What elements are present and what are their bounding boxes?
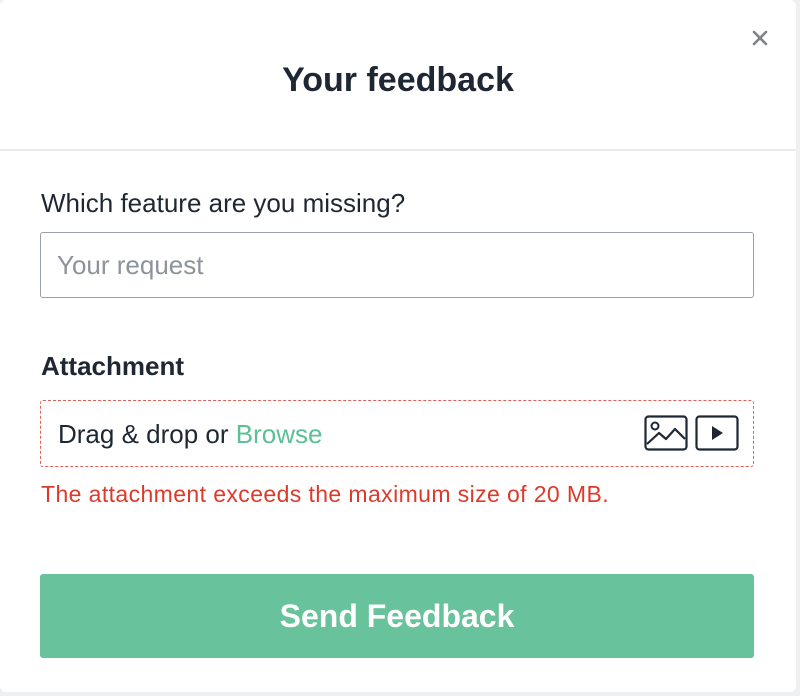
attachment-label: Attachment	[41, 351, 185, 381]
image-icon	[644, 415, 688, 451]
modal-header: Your feedback	[0, 0, 796, 151]
attachment-dropzone[interactable]: Drag & drop or Browse	[40, 400, 754, 467]
question-label: Which feature are you missing?	[41, 188, 406, 218]
video-icon	[695, 415, 739, 451]
dropzone-text: Drag & drop or Browse	[58, 417, 322, 451]
browse-link[interactable]: Browse	[236, 419, 323, 449]
send-feedback-button[interactable]: Send Feedback	[40, 574, 754, 658]
feedback-modal: Your feedback Which feature are you miss…	[0, 0, 796, 692]
request-input[interactable]	[40, 232, 754, 298]
dropzone-instruction: Drag & drop or	[58, 419, 236, 449]
modal-title: Your feedback	[282, 61, 514, 99]
close-icon[interactable]	[746, 24, 774, 52]
attachment-error-message: The attachment exceeds the maximum size …	[41, 481, 610, 507]
